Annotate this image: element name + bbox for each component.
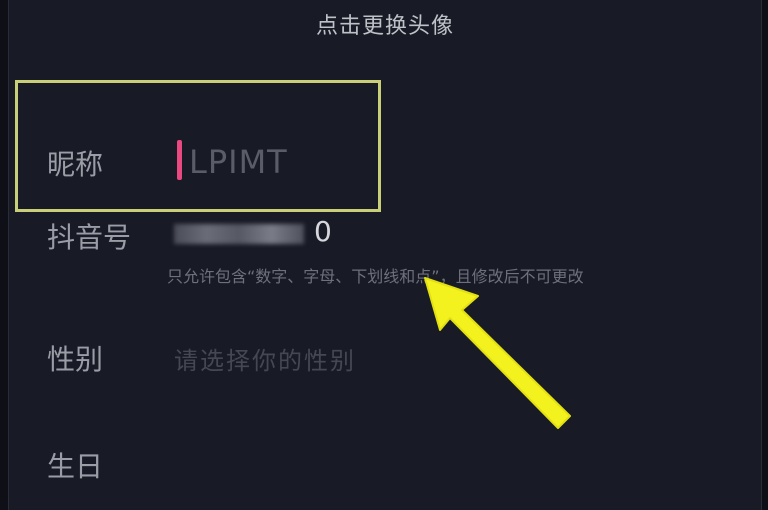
annotation-arrow-shape — [424, 277, 571, 429]
annotation-arrow-icon — [424, 277, 571, 429]
